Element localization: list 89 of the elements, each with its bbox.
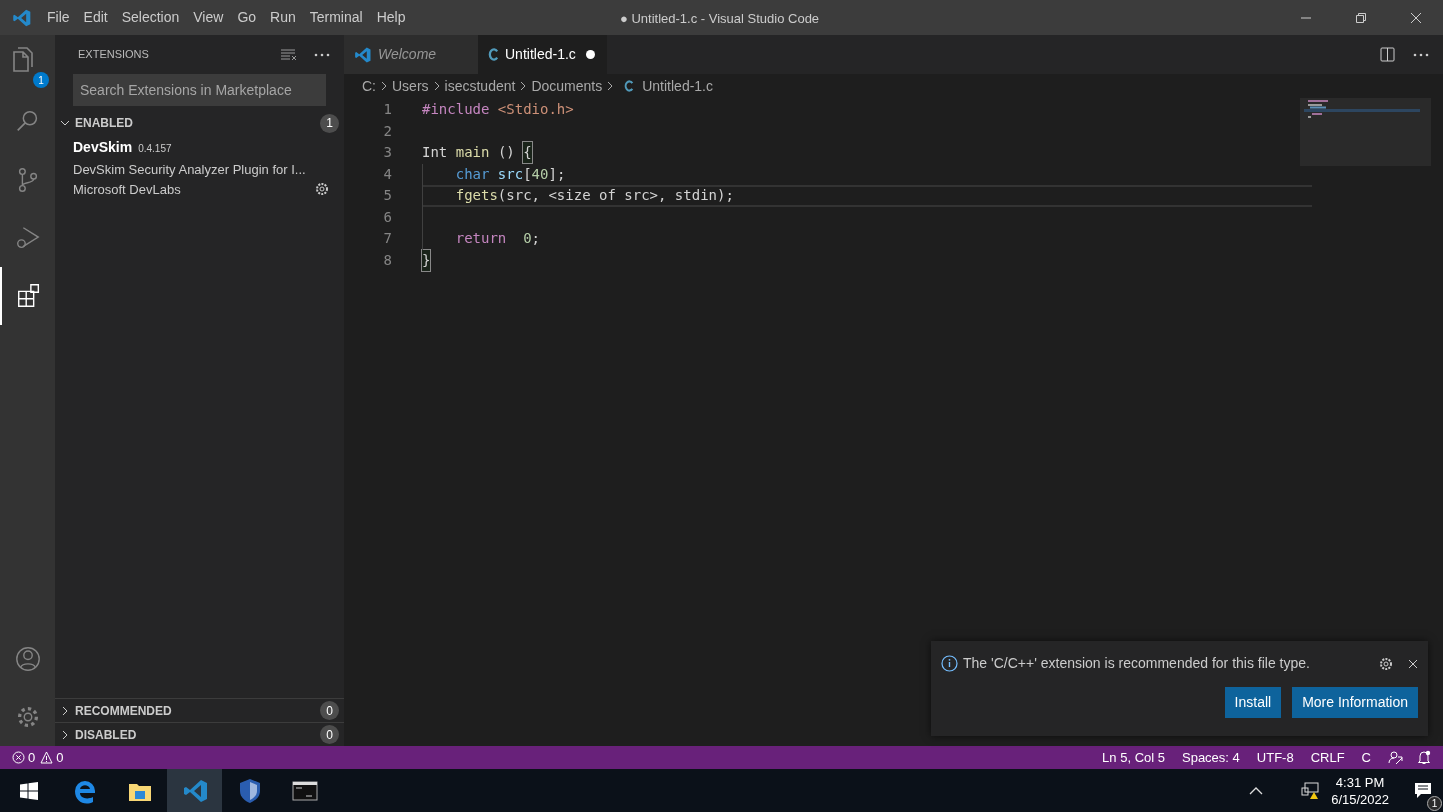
vscode-logo-icon bbox=[354, 45, 372, 64]
code-line: #include <Stdio.h> bbox=[422, 100, 575, 120]
files-icon[interactable] bbox=[13, 47, 33, 72]
notification-message: The 'C/C++' extension is recommended for this file type. bbox=[963, 654, 1310, 673]
line-number: 7 bbox=[382, 229, 392, 249]
chevron-right-icon bbox=[519, 81, 528, 91]
menu-item[interactable]: File bbox=[40, 7, 77, 28]
breadcrumb-item[interactable]: Documents bbox=[531, 75, 603, 97]
windows-start-icon[interactable] bbox=[19, 781, 38, 800]
feedback-icon[interactable] bbox=[1388, 750, 1403, 765]
chevron-right-icon bbox=[60, 705, 70, 716]
line-number: 6 bbox=[382, 207, 392, 227]
c-file-icon bbox=[624, 80, 635, 92]
section-header[interactable]: ENABLED 1 bbox=[55, 111, 344, 135]
more-icon[interactable] bbox=[1413, 52, 1429, 57]
code-line: } bbox=[422, 249, 1312, 271]
line-number: 4 bbox=[382, 164, 392, 184]
section-title: ENABLED bbox=[75, 115, 133, 132]
line-number: 5 bbox=[382, 186, 392, 206]
status-item[interactable]: CRLF bbox=[1310, 747, 1345, 768]
count-badge: 1 bbox=[33, 72, 49, 88]
extension-version: 0.4.157 bbox=[138, 142, 172, 156]
chevron-up-icon[interactable] bbox=[1249, 786, 1264, 795]
status-item[interactable]: C bbox=[1361, 747, 1371, 768]
extension-publisher: Microsoft DevLabs bbox=[73, 180, 181, 199]
gear-icon[interactable] bbox=[1378, 655, 1394, 672]
clock-date[interactable]: 6/15/2022 bbox=[1331, 790, 1389, 808]
search-field[interactable]: Search Extensions in Marketplace bbox=[73, 74, 326, 106]
network-warning-icon[interactable] bbox=[1301, 781, 1322, 800]
line-number: 8 bbox=[382, 250, 392, 270]
chevron-right-icon bbox=[606, 81, 615, 91]
chevron-right-icon bbox=[380, 81, 388, 91]
message-icon[interactable] bbox=[1414, 781, 1432, 800]
code-line: char src[40]; bbox=[454, 164, 567, 184]
bell-icon[interactable] bbox=[1417, 750, 1431, 765]
notification-button[interactable]: Install bbox=[1224, 687, 1282, 718]
window-title: ● Untitled-1.c - Visual Studio Code bbox=[620, 10, 820, 28]
warning-icon[interactable] bbox=[40, 751, 54, 764]
section-title: RECOMMENDED bbox=[75, 702, 172, 720]
info-icon bbox=[941, 655, 958, 672]
close-icon[interactable] bbox=[1408, 658, 1418, 669]
restore-icon[interactable] bbox=[1354, 11, 1367, 24]
account-icon[interactable] bbox=[13, 645, 42, 673]
breadcrumb-item[interactable]: isecstudent bbox=[444, 75, 516, 97]
menu-item[interactable]: Edit bbox=[76, 7, 115, 28]
notification-badge: 1 bbox=[1427, 796, 1442, 811]
menu-item[interactable]: Run bbox=[263, 7, 303, 28]
sidebar-title: EXTENSIONS bbox=[78, 47, 149, 63]
close-icon[interactable] bbox=[1409, 11, 1422, 24]
extension-description: DevSkim Security Analyzer Plugin for I... bbox=[73, 161, 307, 179]
count-badge: 0 bbox=[320, 725, 339, 744]
line-number: 3 bbox=[382, 143, 392, 163]
breadcrumb-item[interactable]: Users bbox=[392, 75, 429, 97]
breadcrumb-item[interactable]: Untitled-1.c bbox=[642, 75, 713, 97]
menu-item[interactable]: Selection bbox=[114, 7, 187, 28]
vscode-logo-icon bbox=[12, 7, 32, 28]
gear-icon[interactable] bbox=[314, 181, 330, 198]
count-badge: 1 bbox=[320, 113, 339, 133]
menu-item[interactable]: Help bbox=[369, 7, 413, 28]
chevron-down-icon bbox=[60, 118, 70, 128]
split-editor-icon[interactable] bbox=[1380, 47, 1395, 62]
warning-count[interactable]: 0 bbox=[56, 747, 64, 768]
status-item[interactable]: Spaces: 4 bbox=[1182, 747, 1240, 768]
chevron-right-icon bbox=[432, 81, 441, 91]
status-item[interactable]: UTF-8 bbox=[1256, 747, 1294, 768]
clock-time[interactable]: 4:31 PM bbox=[1335, 773, 1385, 791]
count-badge: 0 bbox=[320, 701, 339, 720]
line-number: 2 bbox=[382, 121, 392, 141]
line-number: 1 bbox=[382, 100, 392, 120]
editor-tab[interactable]: Welcome bbox=[344, 35, 478, 74]
code-line: return 0; bbox=[454, 229, 542, 249]
error-icon[interactable] bbox=[12, 751, 25, 764]
error-count[interactable]: 0 bbox=[28, 747, 36, 768]
menu-item[interactable]: View bbox=[186, 7, 231, 28]
editor-tab[interactable]: Untitled-1.c bbox=[478, 35, 607, 74]
more-icon[interactable] bbox=[314, 52, 330, 57]
menu-item[interactable]: Go bbox=[230, 7, 264, 28]
clear-list-icon[interactable] bbox=[280, 47, 298, 62]
breadcrumb-item[interactable]: C: bbox=[362, 75, 376, 97]
extension-item[interactable]: DevSkim 0.4.157 DevSkim Security Analyzer Plugin for I... Microsoft DevLabs bbox=[55, 135, 344, 199]
code-line: fgets(src, <size of src>, stdin); bbox=[422, 185, 1312, 207]
menu-item[interactable]: Terminal bbox=[302, 7, 370, 28]
section-title: DISABLED bbox=[75, 726, 137, 744]
notification-button[interactable]: More Information bbox=[1292, 687, 1418, 718]
chevron-right-icon bbox=[60, 729, 70, 740]
c-file-icon bbox=[488, 48, 499, 61]
status-item[interactable]: Ln 5, Col 5 bbox=[1102, 747, 1165, 768]
extension-name: DevSkim bbox=[73, 138, 133, 157]
section-header[interactable]: RECOMMENDED 0 bbox=[55, 698, 344, 722]
